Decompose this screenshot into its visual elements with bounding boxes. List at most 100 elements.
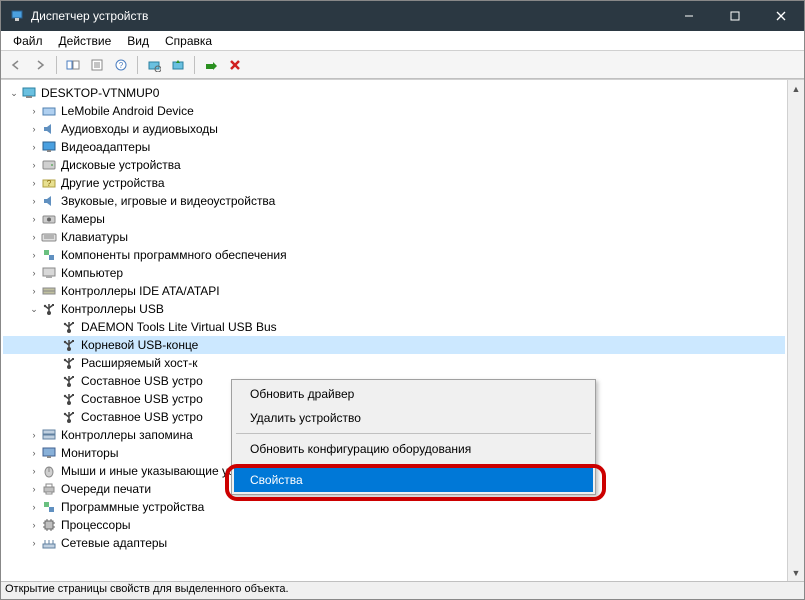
- toolbar-show-hide-console-button[interactable]: [62, 54, 84, 76]
- usb-icon: [61, 391, 77, 407]
- scroll-down-arrow[interactable]: ▼: [788, 564, 805, 581]
- tree-category[interactable]: ›Камеры: [3, 210, 785, 228]
- expander-icon[interactable]: ›: [27, 446, 41, 460]
- expander-icon[interactable]: ›: [27, 428, 41, 442]
- menu-view[interactable]: Вид: [119, 32, 157, 50]
- tree-category[interactable]: › LeMobile Android Device: [3, 102, 785, 120]
- expander-icon[interactable]: ›: [27, 266, 41, 280]
- toolbar-separator: [137, 56, 138, 74]
- toolbar-update-driver-button[interactable]: [167, 54, 189, 76]
- tree-label: DESKTOP-VTNMUP0: [41, 86, 159, 100]
- toolbar-scan-hardware-button[interactable]: [143, 54, 165, 76]
- tree-root[interactable]: ⌄ DESKTOP-VTNMUP0: [3, 84, 785, 102]
- expander-icon[interactable]: [47, 338, 61, 352]
- tree-label: Составное USB устро: [81, 392, 203, 406]
- usb-icon: [61, 337, 77, 353]
- expander-icon[interactable]: ›: [27, 176, 41, 190]
- context-menu: Обновить драйверУдалить устройство Обнови…: [231, 379, 596, 495]
- expander-icon[interactable]: ›: [27, 158, 41, 172]
- printer-icon: [41, 481, 57, 497]
- minimize-button[interactable]: [666, 1, 712, 31]
- context-menu-item[interactable]: Обновить драйвер: [234, 382, 593, 406]
- tree-category[interactable]: › Клавиатуры: [3, 228, 785, 246]
- device-tree[interactable]: ⌄DESKTOP-VTNMUP0›LeMobile Android Device…: [1, 80, 787, 581]
- tree-label: Очереди печати: [61, 482, 151, 496]
- toolbar-properties-button[interactable]: [86, 54, 108, 76]
- menu-action[interactable]: Действие: [51, 32, 120, 50]
- menu-file[interactable]: Файл: [5, 32, 51, 50]
- usb-icon: [61, 319, 77, 335]
- tree-category[interactable]: ›Процессоры: [3, 516, 785, 534]
- expander-icon[interactable]: ›: [27, 464, 41, 478]
- tree-category[interactable]: ›Программные устройства: [3, 498, 785, 516]
- expander-icon[interactable]: ›: [27, 536, 41, 550]
- expander-icon[interactable]: ›: [27, 248, 41, 262]
- expander-icon[interactable]: ›: [27, 482, 41, 496]
- expander-icon[interactable]: ›: [27, 518, 41, 532]
- expander-icon[interactable]: ⌄: [27, 302, 41, 316]
- toolbar-separator: [56, 56, 57, 74]
- expander-icon[interactable]: ›: [27, 230, 41, 244]
- window-title: Диспетчер устройств: [31, 9, 666, 23]
- cpu-icon: [41, 517, 57, 533]
- toolbar-back-button[interactable]: [5, 54, 27, 76]
- toolbar-forward-button[interactable]: [29, 54, 51, 76]
- scroll-up-arrow[interactable]: ▲: [788, 80, 805, 97]
- context-menu-item[interactable]: Обновить конфигурацию оборудования: [234, 437, 593, 461]
- tree-label: Составное USB устро: [81, 410, 203, 424]
- menubar: Файл Действие Вид Справка: [1, 31, 804, 51]
- toolbar-uninstall-button[interactable]: [224, 54, 246, 76]
- software-icon: [41, 499, 57, 515]
- toolbar-help-button[interactable]: ?: [110, 54, 132, 76]
- tree-label: LeMobile Android Device: [61, 104, 194, 118]
- close-button[interactable]: [758, 1, 804, 31]
- tree-label: Аудиовходы и аудиовыходы: [61, 122, 218, 136]
- tree-category[interactable]: ⌄Контроллеры USB: [3, 300, 785, 318]
- tree-label: Звуковые, игровые и видеоустройства: [61, 194, 275, 208]
- expander-icon[interactable]: ›: [27, 122, 41, 136]
- context-menu-item[interactable]: Свойства: [234, 468, 593, 492]
- tree-device[interactable]: Корневой USB-конце: [3, 336, 785, 354]
- keyboard-icon: [41, 229, 57, 245]
- tree-category[interactable]: ›Дисковые устройства: [3, 156, 785, 174]
- expander-icon[interactable]: ›: [27, 194, 41, 208]
- tree-category[interactable]: › Аудиовходы и аудиовыходы: [3, 120, 785, 138]
- menu-help[interactable]: Справка: [157, 32, 220, 50]
- expander-icon[interactable]: [47, 320, 61, 334]
- tree-category[interactable]: ›Сетевые адаптеры: [3, 534, 785, 552]
- tree-category[interactable]: ›?Другие устройства: [3, 174, 785, 192]
- expander-icon[interactable]: ›: [27, 140, 41, 154]
- tree-panel: ⌄DESKTOP-VTNMUP0›LeMobile Android Device…: [1, 79, 804, 581]
- expander-icon[interactable]: [47, 392, 61, 406]
- tree-label: Компоненты программного обеспечения: [61, 248, 287, 262]
- tree-category[interactable]: ›Компьютер: [3, 264, 785, 282]
- usb-icon: [61, 373, 77, 389]
- vertical-scrollbar[interactable]: ▲ ▼: [787, 80, 804, 581]
- storage-icon: [41, 427, 57, 443]
- usb-icon: [41, 301, 57, 317]
- context-menu-separator: [236, 433, 591, 434]
- tree-device[interactable]: Расширяемый хост-к: [3, 354, 785, 372]
- tree-category[interactable]: ›Контроллеры IDE ATA/ATAPI: [3, 282, 785, 300]
- toolbar-enable-button[interactable]: [200, 54, 222, 76]
- tree-category[interactable]: ›Видеоадаптеры: [3, 138, 785, 156]
- expander-icon[interactable]: [47, 356, 61, 370]
- tree-category[interactable]: › Компоненты программного обеспечения: [3, 246, 785, 264]
- toolbar: ?: [1, 51, 804, 79]
- expander-icon[interactable]: ⌄: [7, 86, 21, 100]
- expander-icon[interactable]: [47, 374, 61, 388]
- expander-icon[interactable]: ›: [27, 500, 41, 514]
- expander-icon[interactable]: [47, 410, 61, 424]
- maximize-button[interactable]: [712, 1, 758, 31]
- pc-icon: [21, 85, 37, 101]
- software-icon: [41, 247, 57, 263]
- expander-icon[interactable]: ›: [27, 212, 41, 226]
- tree-category[interactable]: › Звуковые, игровые и видеоустройства: [3, 192, 785, 210]
- context-menu-item[interactable]: Удалить устройство: [234, 406, 593, 430]
- toolbar-separator: [194, 56, 195, 74]
- tree-device[interactable]: DAEMON Tools Lite Virtual USB Bus: [3, 318, 785, 336]
- tree-label: Другие устройства: [61, 176, 165, 190]
- expander-icon[interactable]: ›: [27, 284, 41, 298]
- expander-icon[interactable]: ›: [27, 104, 41, 118]
- tree-label: Клавиатуры: [61, 230, 128, 244]
